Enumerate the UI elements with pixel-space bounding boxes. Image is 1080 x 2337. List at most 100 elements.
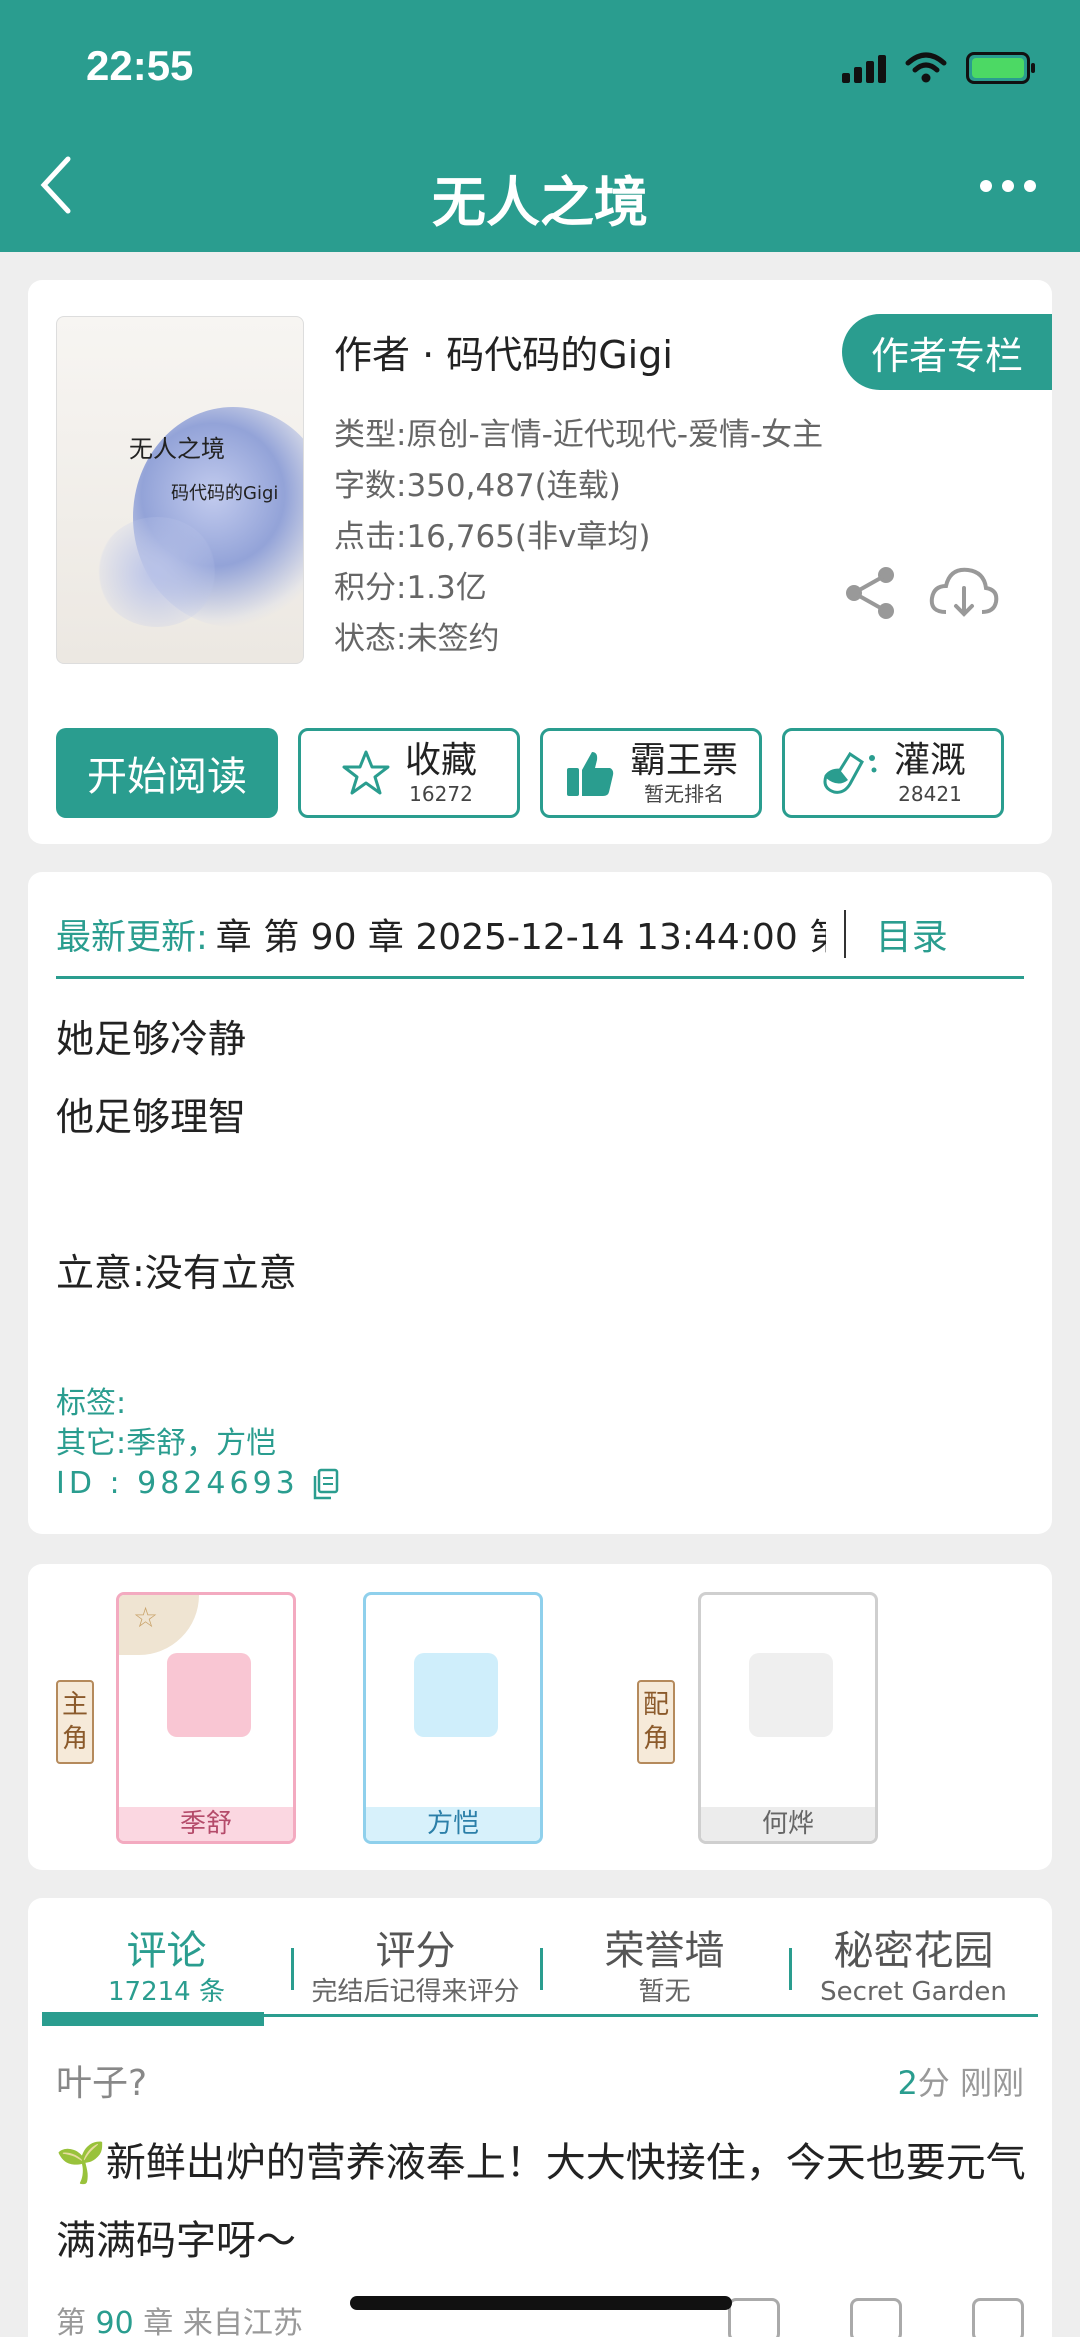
role-tag-char: 角	[642, 1724, 669, 1754]
tag-line: 标签:	[56, 1386, 127, 1421]
comments-card: 评论 17214 条 评分 完结后记得来评分 荣誉墙 暂无 秘密花园 Secre…	[28, 1898, 1052, 2337]
header: 22:55 无人之境	[0, 0, 1080, 252]
update-underline	[56, 976, 1024, 979]
comment-text: 新鲜出炉的营养液奉上！大大快接住，今天也要元气满满码字呀～	[56, 2140, 1026, 2264]
star-icon	[342, 750, 390, 795]
comment-footer: 第 90 章 来自江苏	[56, 2298, 303, 2337]
update-card: 最新更新: 章 第 90 章 2025-12-14 13:44:00 第 目录 …	[28, 872, 1052, 1534]
characters-card: 主 角 ☆ 季舒 方恺 配 角 何烨	[28, 1564, 1052, 1870]
book-intro: 她足够冷静 他足够理智 立意:没有立意	[56, 1000, 297, 1312]
water-label: 灌溉	[893, 740, 966, 781]
latest-update-text: 章 第 90 章 2025-12-14 13:44:00 第	[215, 917, 826, 958]
comment-actions	[728, 2298, 1024, 2337]
active-tab-indicator	[42, 2012, 264, 2026]
tab-title: 评分	[375, 1928, 456, 1974]
avatar	[167, 1653, 251, 1737]
character-card[interactable]: ☆ 季舒	[116, 1592, 296, 1844]
role-tag-char: 角	[61, 1724, 88, 1754]
tab-rating[interactable]: 评分 完结后记得来评分	[291, 1912, 540, 2022]
character-name: 方恺	[366, 1807, 540, 1841]
favorite-count: 16272	[409, 782, 473, 806]
info-word-count: 字数:350,487(连载)	[334, 468, 621, 504]
comment-chapter: 90	[95, 2306, 134, 2337]
info-clicks: 点击:16,765(非v章均)	[334, 519, 651, 555]
latest-update-label: 最新更新:	[56, 917, 208, 958]
vote-rank: 暂无排名	[643, 782, 724, 806]
water-count: 28421	[898, 782, 962, 806]
vote-label: 霸王票	[629, 740, 738, 781]
support-role-tag: 配 角	[637, 1680, 675, 1764]
tab-comments[interactable]: 评论 17214 条	[42, 1912, 291, 2022]
main-role-tag: 主 角	[56, 1680, 94, 1764]
comment-foot-suffix: 章 来自江苏	[143, 2306, 303, 2337]
comment-meta: 2分 刚刚	[897, 2058, 1024, 2104]
vote-button[interactable]: 霸王票 暂无排名	[540, 728, 762, 818]
tab-sub: Secret Garden	[820, 1977, 1007, 2007]
water-button[interactable]: 灌溉 28421	[782, 728, 1004, 818]
battery-icon	[966, 52, 1035, 84]
wifi-icon	[905, 52, 947, 83]
tab-honor-wall[interactable]: 荣誉墙 暂无	[540, 1912, 789, 2022]
intro-line: 立意:没有立意	[56, 1251, 297, 1295]
tab-secret-garden[interactable]: 秘密花园 Secret Garden	[789, 1912, 1038, 2022]
more-icon[interactable]	[980, 180, 1036, 192]
character-card[interactable]: 方恺	[363, 1592, 543, 1844]
intro-line: 他足够理智	[56, 1095, 247, 1139]
nutrient-bottle-icon	[823, 751, 877, 794]
tab-sub: 17214 条	[108, 1977, 225, 2007]
role-tag-char: 主	[61, 1690, 88, 1720]
character-card[interactable]: 何烨	[698, 1592, 878, 1844]
reply-icon[interactable]	[850, 2298, 902, 2337]
cover-author: 码代码的Gigi	[171, 483, 279, 504]
page-title: 无人之境	[432, 171, 648, 234]
tab-title: 荣誉墙	[604, 1928, 725, 1974]
book-id: ID : 9824693	[56, 1466, 299, 1501]
like-icon[interactable]	[728, 2298, 780, 2337]
start-reading-button[interactable]: 开始阅读	[56, 728, 278, 818]
favorite-label: 收藏	[404, 740, 477, 781]
other-line: 其它:季舒，方恺	[56, 1426, 277, 1461]
book-info-card: 无人之境 码代码的Gigi 作者 · 码代码的Gigi 作者专栏 类型:原创-言…	[28, 280, 1052, 844]
more-comment-icon[interactable]	[972, 2298, 1024, 2337]
tab-title: 评论	[126, 1928, 207, 1974]
tab-title: 秘密花园	[833, 1928, 994, 1974]
book-info-lines: 类型:原创-言情-近代现代-爱情-女主 字数:350,487(连载) 点击:16…	[334, 410, 823, 665]
book-cover[interactable]: 无人之境 码代码的Gigi	[56, 316, 304, 664]
author-column-button[interactable]: 作者专栏	[842, 314, 1052, 390]
comment-score: 2	[897, 2064, 918, 2102]
comment-tabs: 评论 17214 条 评分 完结后记得来评分 荣誉墙 暂无 秘密花园 Secre…	[42, 1912, 1038, 2022]
author-line[interactable]: 作者 · 码代码的Gigi	[334, 324, 673, 379]
sprout-icon: 🌱	[56, 2140, 106, 2186]
latest-update-row[interactable]: 最新更新: 章 第 90 章 2025-12-14 13:44:00 第 目录	[56, 904, 1024, 964]
copy-icon[interactable]	[313, 1468, 339, 1500]
download-icon[interactable]	[928, 562, 1000, 622]
avatar	[749, 1653, 833, 1737]
signal-icon	[842, 53, 886, 83]
cover-title: 无人之境	[129, 435, 225, 463]
thumbs-up-icon	[566, 752, 614, 796]
info-type: 类型:原创-言情-近代现代-爱情-女主	[334, 417, 824, 453]
comment-time: 刚刚	[959, 2064, 1024, 2102]
comment-foot-prefix: 第	[56, 2306, 86, 2337]
tab-sub: 完结后记得来评分	[311, 1977, 520, 2007]
status-time: 22:55	[86, 42, 194, 89]
home-indicator	[350, 2296, 732, 2310]
id-row: ID : 9824693	[56, 1464, 339, 1504]
info-points: 积分:1.3亿	[334, 570, 487, 606]
action-row: 开始阅读 收藏 16272 霸王票 暂无排名 灌溉 28421	[56, 728, 1004, 818]
toc-button[interactable]: 目录	[876, 908, 948, 960]
role-tag-char: 配	[642, 1690, 669, 1720]
intro-line	[56, 1156, 297, 1234]
character-name: 季舒	[119, 1807, 293, 1841]
comment-body: 🌱新鲜出炉的营养液奉上！大大快接住，今天也要元气满满码字呀～	[56, 2124, 1026, 2280]
avatar	[414, 1653, 498, 1737]
comment-username[interactable]: 叶子?	[56, 2054, 147, 2106]
favorite-button[interactable]: 收藏 16272	[298, 728, 520, 818]
comment-score-unit: 分	[917, 2064, 950, 2102]
share-icon[interactable]	[842, 565, 898, 621]
character-name: 何烨	[701, 1807, 875, 1841]
tab-sub: 暂无	[638, 1977, 691, 2007]
info-status: 状态:未签约	[334, 621, 500, 657]
intro-line: 她足够冷静	[56, 1017, 247, 1061]
star-icon: ☆	[133, 1601, 159, 1634]
